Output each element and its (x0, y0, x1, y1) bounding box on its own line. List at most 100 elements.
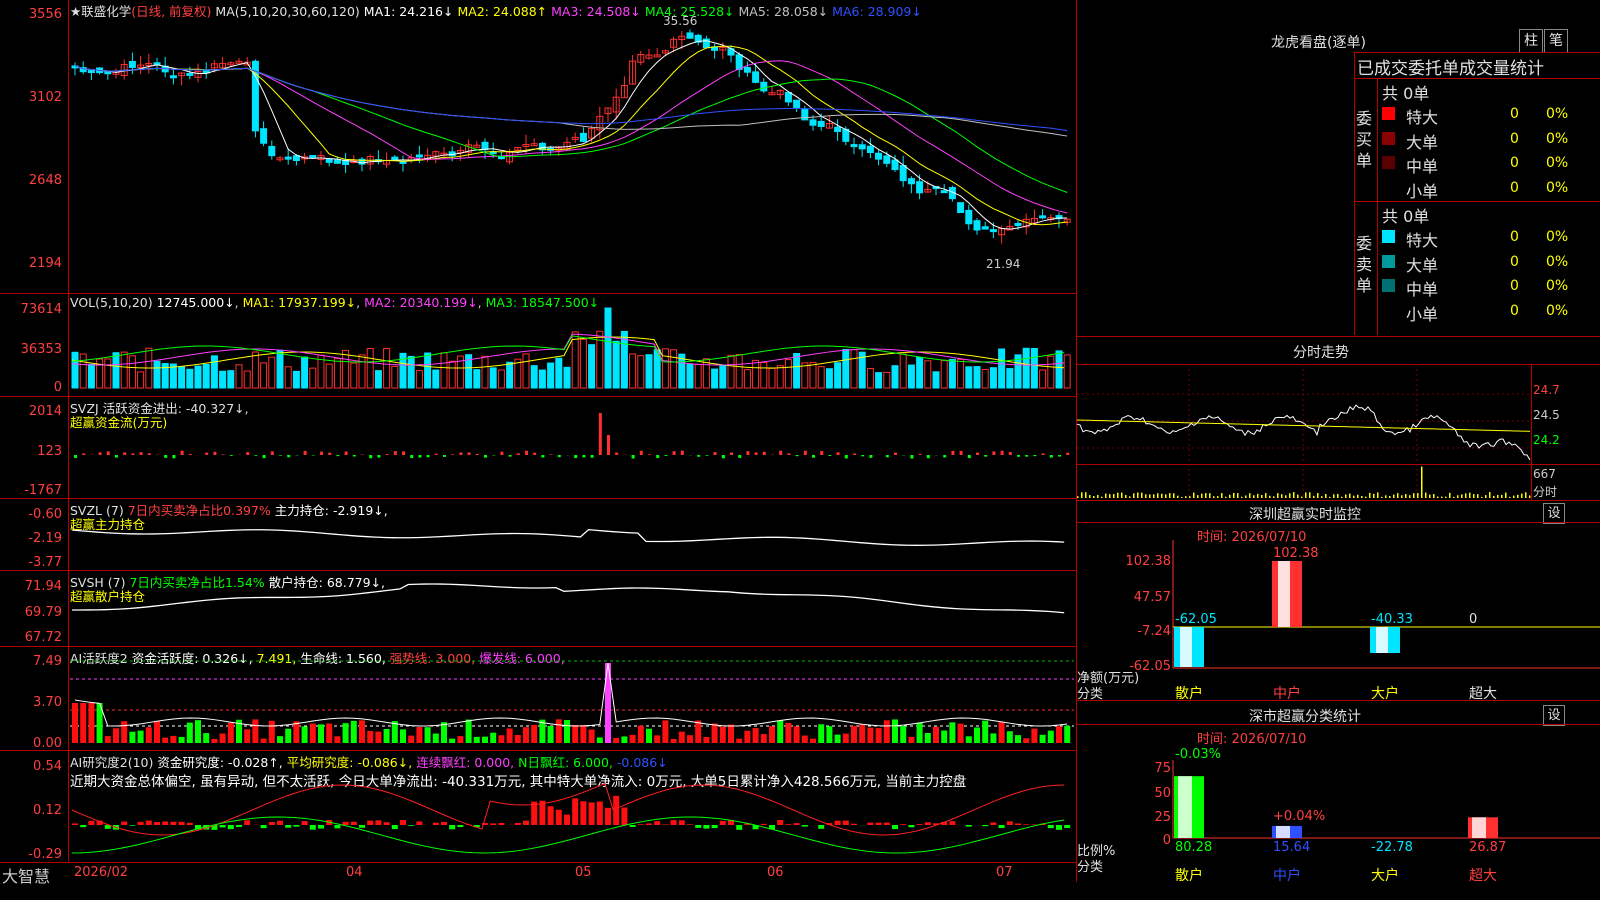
candle-body (907, 178, 915, 185)
fund-flow-bar (943, 455, 947, 458)
activity-bar (285, 728, 292, 743)
main-chart-area[interactable]: ★联盛化学(日线, 前复权) MA(5,10,20,30,60,120) MA1… (0, 0, 1077, 886)
research-bar (785, 824, 792, 825)
intraday-volume-bar (1449, 492, 1451, 498)
research-bar (490, 823, 497, 825)
intraday-volume-bar (1453, 496, 1455, 498)
research-bar (88, 820, 95, 825)
activity-bar (1056, 726, 1062, 743)
candle-body (268, 145, 276, 157)
intraday-volume-bar (1353, 495, 1355, 498)
fund-flow-bar (967, 455, 971, 459)
volume-bar (1055, 350, 1063, 389)
intraday-volume-bar (1289, 493, 1291, 498)
volume-bar (883, 371, 891, 389)
activity-bar (301, 726, 308, 743)
fund-flow-bar (262, 455, 266, 459)
candle-body (1014, 222, 1022, 226)
activity-bar (334, 736, 341, 743)
volume-bar (670, 349, 678, 389)
volume-bar (1030, 348, 1038, 389)
fund-flow-bar (680, 450, 684, 455)
activity-bar (957, 723, 964, 743)
ma-line (74, 65, 1068, 132)
intraday-volume-bar (1373, 493, 1375, 498)
candle-body (858, 144, 866, 150)
intraday-volume-bar (1185, 496, 1187, 498)
activity-bar (203, 733, 210, 743)
kline-indicator-canvas[interactable] (0, 0, 1076, 882)
research-bar (400, 820, 406, 825)
fund-flow-bar (738, 455, 742, 458)
research-bar (244, 820, 251, 825)
intraday-volume-bar (1529, 495, 1531, 498)
activity-bar (260, 738, 267, 743)
research-bar (1015, 823, 1021, 825)
volume-bar (489, 367, 497, 389)
research-bar (564, 814, 570, 825)
intraday-volume-bar (1189, 496, 1191, 498)
volume-bar (784, 359, 792, 389)
activity-bar (933, 726, 939, 743)
fund-flow-bar (754, 452, 758, 455)
research-bar (227, 825, 234, 830)
intraday-volume-bar (1421, 466, 1423, 498)
intraday-volume-bar (1385, 495, 1387, 498)
fund-flow-bar (713, 452, 717, 455)
research-bar (736, 825, 743, 830)
activity-bar (154, 720, 160, 743)
volume-bar (801, 362, 809, 389)
volume-bar (694, 363, 702, 389)
volume-bar (981, 368, 989, 389)
research-bar (621, 807, 628, 825)
research-bar (842, 820, 849, 825)
candle-body (415, 154, 423, 158)
volume-bar (71, 351, 79, 389)
activity-bar (883, 720, 890, 743)
fund-flow-bar (1025, 455, 1029, 457)
activity-bar (227, 722, 234, 743)
research-bar (613, 795, 620, 825)
volume-bar (350, 362, 358, 389)
candle-body (186, 72, 194, 76)
fund-flow-bar (434, 453, 438, 455)
activity-bar (678, 731, 685, 743)
fund-flow-bar (672, 451, 676, 455)
candle-body (899, 165, 907, 182)
candle-body (128, 61, 136, 68)
volume-bar (432, 369, 440, 389)
research-bar (293, 825, 300, 827)
fund-flow-bar (885, 455, 889, 458)
candle-body (87, 70, 95, 74)
research-bar (80, 825, 87, 828)
activity-bar (424, 727, 431, 743)
right-charts-canvas (1076, 364, 1600, 839)
activity-bar (1064, 725, 1071, 743)
activity-bar (129, 731, 136, 743)
volume-bar (1063, 354, 1071, 389)
fund-flow-bar (894, 452, 897, 455)
intraday-volume-bar (1129, 496, 1131, 498)
intraday-volume-bar (1165, 494, 1167, 498)
volume-bar (202, 364, 210, 389)
intraday-volume-bar (1357, 494, 1359, 498)
intraday-volume-bar (1273, 496, 1275, 498)
activity-bar (186, 722, 193, 743)
candle-body (981, 226, 989, 230)
fund-flow-bar (1033, 455, 1037, 457)
volume-bar (137, 371, 145, 389)
volume-bar (612, 340, 620, 389)
volume-bar (530, 365, 538, 389)
activity-bar (195, 720, 201, 743)
activity-bar (375, 731, 382, 743)
intraday-volume-bar (1205, 493, 1207, 498)
research-bar (154, 822, 160, 825)
intraday-volume-bar (1513, 495, 1515, 498)
volume-bar (1006, 368, 1014, 389)
activity-bar (145, 727, 152, 743)
research-bar (965, 825, 972, 827)
fund-flow-bar (336, 455, 340, 457)
research-bar (670, 820, 677, 825)
intraday-volume-bar (1381, 496, 1383, 498)
activity-bar (121, 721, 128, 743)
